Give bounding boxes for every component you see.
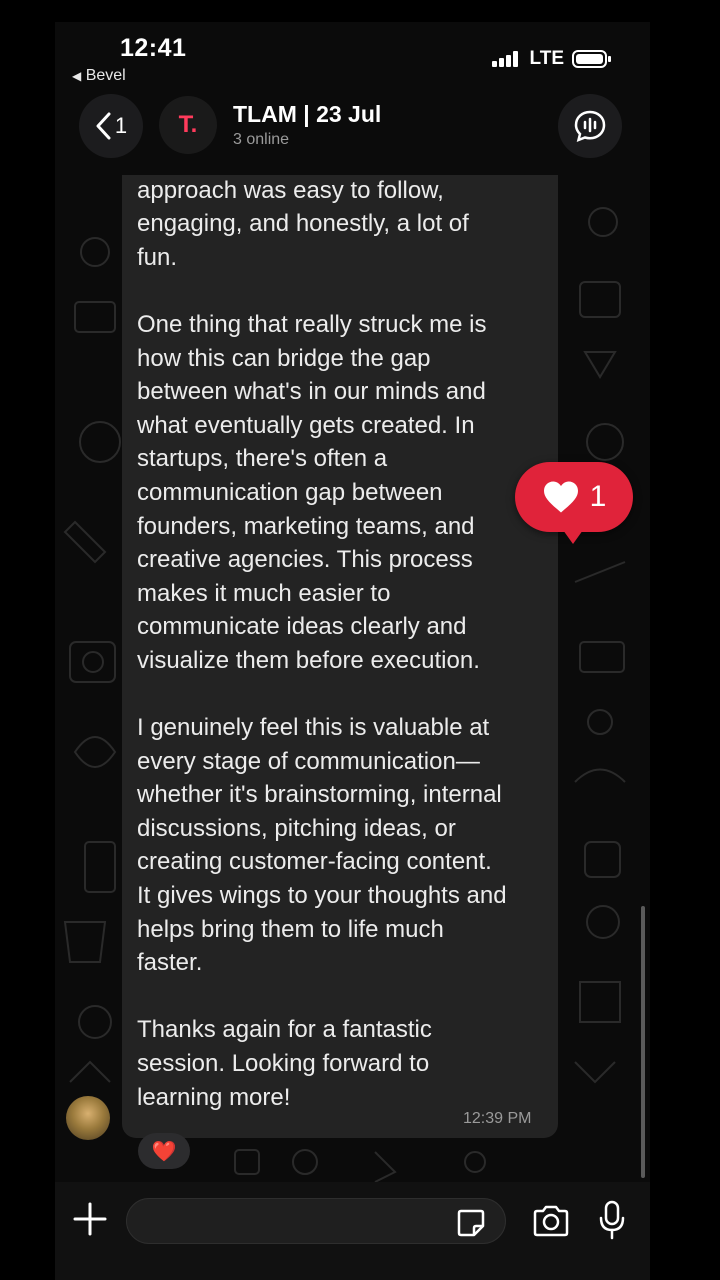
back-app-label: Bevel bbox=[85, 67, 126, 84]
heart-reaction-emoji: ❤️ bbox=[151, 1140, 177, 1163]
scrollbar[interactable] bbox=[641, 906, 645, 1178]
chat-title[interactable]: TLAM | 23 Jul bbox=[233, 101, 381, 128]
message-reaction[interactable]: ❤️ bbox=[138, 1133, 190, 1169]
like-reaction-badge[interactable]: 1 bbox=[515, 462, 633, 544]
voice-chat-button[interactable] bbox=[558, 94, 622, 158]
sender-avatar[interactable] bbox=[66, 1096, 110, 1140]
back-chevron-icon bbox=[96, 112, 111, 140]
sticker-icon[interactable] bbox=[455, 1207, 487, 1239]
battery-icon bbox=[572, 50, 611, 68]
message-timestamp: 12:39 PM bbox=[463, 1110, 532, 1127]
status-time: 12:41 bbox=[120, 34, 187, 62]
online-status: 3 online bbox=[233, 131, 290, 148]
microphone-icon[interactable] bbox=[597, 1200, 627, 1240]
signal-icon bbox=[491, 51, 518, 67]
back-triangle-icon: ◀ bbox=[72, 69, 82, 83]
heart-icon bbox=[543, 481, 578, 513]
group-avatar-logo: T. bbox=[178, 111, 198, 138]
like-count: 1 bbox=[589, 480, 607, 513]
badge-tail bbox=[563, 530, 583, 544]
camera-icon[interactable] bbox=[531, 1203, 571, 1239]
phone-screen: process. Even for a beginner, the approa… bbox=[55, 22, 650, 1280]
message-text: process. Even for a beginner, the approa… bbox=[137, 143, 507, 1111]
back-to-app-link[interactable]: ◀ Bevel bbox=[72, 67, 126, 85]
message-input[interactable] bbox=[126, 1198, 506, 1244]
unread-count: 1 bbox=[114, 113, 128, 138]
back-button[interactable]: 1 bbox=[79, 94, 143, 158]
status-indicators: LTE bbox=[491, 48, 612, 70]
network-type: LTE bbox=[529, 48, 564, 69]
voice-chat-icon bbox=[574, 110, 606, 143]
plus-icon[interactable] bbox=[71, 1200, 109, 1238]
group-avatar[interactable]: T. bbox=[159, 96, 217, 154]
